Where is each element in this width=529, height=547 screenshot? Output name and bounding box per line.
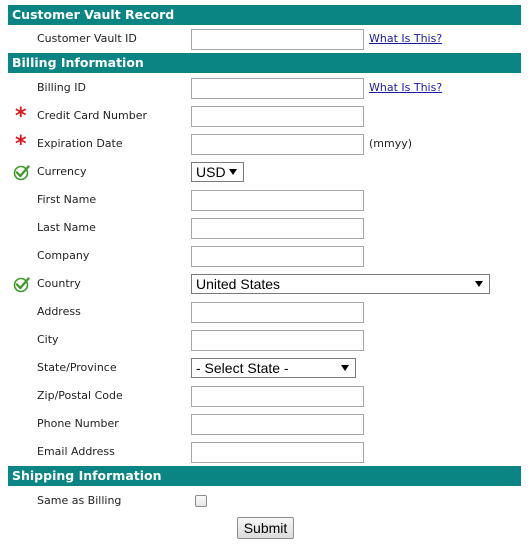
expiration-format-hint: (mmyy) bbox=[369, 137, 413, 150]
valid-check-icon bbox=[13, 277, 30, 293]
address-input[interactable] bbox=[191, 302, 364, 323]
zip-input[interactable] bbox=[191, 386, 364, 407]
dropdown-arrow-icon bbox=[229, 169, 237, 175]
last-name-input[interactable] bbox=[191, 218, 364, 239]
row-expiration-date: * Expiration Date (mmyy) bbox=[8, 130, 521, 158]
currency-selected-value: USD bbox=[196, 164, 226, 180]
billing-id-input[interactable] bbox=[191, 78, 364, 99]
email-label: Email Address bbox=[37, 445, 115, 458]
row-phone: Phone Number bbox=[8, 410, 521, 438]
valid-check-icon bbox=[13, 165, 30, 181]
dropdown-arrow-icon bbox=[341, 365, 349, 371]
customer-vault-id-label: Customer Vault ID bbox=[37, 32, 137, 45]
billing-id-help-link[interactable]: What Is This? bbox=[369, 74, 442, 102]
customer-vault-id-input[interactable] bbox=[191, 29, 364, 50]
required-asterisk-icon: * bbox=[15, 132, 27, 157]
section-header-shipping: Shipping Information bbox=[8, 466, 521, 486]
section-header-billing: Billing Information bbox=[8, 53, 521, 73]
country-select[interactable]: United States bbox=[191, 274, 490, 294]
address-label: Address bbox=[37, 305, 81, 318]
phone-label: Phone Number bbox=[37, 417, 119, 430]
same-as-billing-checkbox[interactable] bbox=[195, 495, 207, 507]
credit-card-label: Credit Card Number bbox=[37, 109, 147, 122]
currency-label: Currency bbox=[37, 165, 87, 178]
row-email: Email Address bbox=[8, 438, 521, 466]
row-zip: Zip/Postal Code bbox=[8, 382, 521, 410]
last-name-label: Last Name bbox=[37, 221, 96, 234]
row-billing-id: Billing ID What Is This? bbox=[8, 74, 521, 102]
row-currency: Currency USD bbox=[8, 158, 521, 186]
row-country: Country United States bbox=[8, 270, 521, 298]
country-label: Country bbox=[37, 277, 81, 290]
state-select[interactable]: - Select State - bbox=[191, 358, 356, 378]
vault-id-help-link[interactable]: What Is This? bbox=[369, 25, 442, 53]
state-label: State/Province bbox=[37, 361, 117, 374]
row-customer-vault-id: Customer Vault ID What Is This? bbox=[8, 25, 521, 53]
row-state: State/Province - Select State - bbox=[8, 354, 521, 382]
row-company: Company bbox=[8, 242, 521, 270]
state-selected-value: - Select State - bbox=[196, 360, 289, 376]
dropdown-arrow-icon bbox=[475, 281, 483, 287]
submit-button[interactable]: Submit bbox=[237, 517, 294, 539]
email-input[interactable] bbox=[191, 442, 364, 463]
expiration-date-input[interactable] bbox=[191, 134, 364, 155]
city-label: City bbox=[37, 333, 59, 346]
row-credit-card: * Credit Card Number bbox=[8, 102, 521, 130]
row-first-name: First Name bbox=[8, 186, 521, 214]
required-asterisk-icon: * bbox=[15, 104, 27, 129]
credit-card-input[interactable] bbox=[191, 106, 364, 127]
row-address: Address bbox=[8, 298, 521, 326]
row-last-name: Last Name bbox=[8, 214, 521, 242]
company-label: Company bbox=[37, 249, 90, 262]
city-input[interactable] bbox=[191, 330, 364, 351]
country-selected-value: United States bbox=[196, 276, 281, 292]
same-as-billing-label: Same as Billing bbox=[37, 494, 122, 507]
section-header-vault: Customer Vault Record bbox=[8, 5, 521, 25]
row-same-as-billing: Same as Billing bbox=[8, 487, 521, 515]
expiration-date-label: Expiration Date bbox=[37, 137, 123, 150]
first-name-label: First Name bbox=[37, 193, 97, 206]
phone-input[interactable] bbox=[191, 414, 364, 435]
currency-select[interactable]: USD bbox=[191, 162, 244, 182]
zip-label: Zip/Postal Code bbox=[37, 389, 123, 402]
billing-id-label: Billing ID bbox=[37, 81, 86, 94]
row-city: City bbox=[8, 326, 521, 354]
first-name-input[interactable] bbox=[191, 190, 364, 211]
customer-vault-form: Customer Vault Record Customer Vault ID … bbox=[0, 0, 529, 547]
company-input[interactable] bbox=[191, 246, 364, 267]
